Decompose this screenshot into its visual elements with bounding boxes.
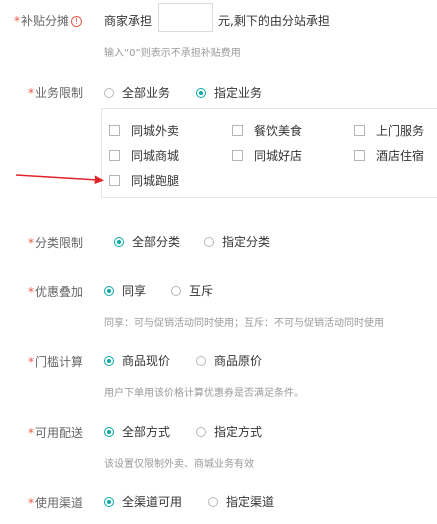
radio-icon[interactable] [104,87,114,98]
channel-option-all[interactable]: 全渠道可用 [104,493,182,510]
subsidy-suffix-text: 元,剩下的由分站承担 [218,14,330,28]
threshold-option-original[interactable]: 商品原价 [196,352,262,369]
subsidy-label-row: *补贴分摊! [14,12,83,29]
checkbox-icon[interactable] [232,150,243,161]
radio-checked-icon[interactable] [104,496,114,507]
checkbox-food[interactable]: 餐饮美食 [232,122,302,139]
info-circle-icon[interactable]: ! [71,16,83,27]
checkbox-icon[interactable] [109,125,120,136]
business-label: 业务限制 [35,86,84,100]
subsidy-amount-input[interactable] [158,3,213,32]
channel-label-row: *使用渠道 [28,496,84,510]
radio-checked-icon[interactable] [196,87,206,98]
radio-checked-icon[interactable] [104,426,114,437]
checkbox-city-mall[interactable]: 同城商城 [109,147,179,164]
checkbox-city-shops[interactable]: 同城好店 [232,147,302,164]
checkbox-icon[interactable] [232,125,243,136]
threshold-option-current[interactable]: 商品现价 [104,352,170,369]
radio-icon[interactable] [171,285,181,296]
delivery-label-row: *可用配送 [28,426,84,440]
radio-icon[interactable] [204,236,214,247]
red-arrow-annotation-icon [15,174,104,184]
delivery-option-specified[interactable]: 指定方式 [196,423,262,440]
channel-label: 使用渠道 [35,496,84,510]
radio-icon[interactable] [196,355,206,366]
category-option-all[interactable]: 全部分类 [114,233,180,250]
category-label-row: *分类限制 [28,236,84,250]
checkbox-icon[interactable] [109,150,120,161]
business-option-all[interactable]: 全部业务 [104,84,170,101]
category-label: 分类限制 [35,236,84,250]
threshold-label: 门槛计算 [35,355,84,369]
discount-label-row: *优惠叠加 [28,285,84,299]
delivery-hint: 该设置仅限制外卖、商城业务有效 [104,459,254,470]
discount-option-exclusive[interactable]: 互斥 [171,282,213,299]
channel-option-specified[interactable]: 指定渠道 [208,493,274,510]
radio-checked-icon[interactable] [104,285,114,296]
subsidy-hint: 输入“0”则表示不承担补贴费用 [104,48,241,59]
checkbox-home-service[interactable]: 上门服务 [354,122,424,139]
threshold-label-row: *门槛计算 [28,355,84,369]
checkbox-errand[interactable]: 同城跑腿 [109,172,179,189]
radio-icon[interactable] [208,496,218,507]
checkbox-icon[interactable] [354,150,365,161]
radio-checked-icon[interactable] [104,355,114,366]
checkbox-hotel[interactable]: 酒店住宿 [354,147,424,164]
checkbox-icon[interactable] [354,125,365,136]
checkbox-icon[interactable] [109,175,120,186]
threshold-hint: 用户下单用该价格计算优惠券是否满足条件。 [104,388,304,399]
radio-checked-icon[interactable] [114,236,124,247]
category-option-specified[interactable]: 指定分类 [204,233,270,250]
delivery-label: 可用配送 [35,426,84,440]
subsidy-label: 补贴分摊 [21,14,70,28]
discount-option-share[interactable]: 同享 [104,282,146,299]
merchant-bear-text: 商家承担 [104,14,153,28]
checkbox-takeaway[interactable]: 同城外卖 [109,122,179,139]
delivery-option-all[interactable]: 全部方式 [104,423,170,440]
discount-label: 优惠叠加 [35,285,84,299]
business-label-row: *业务限制 [28,86,84,100]
discount-hint: 同享：可与促销活动同时使用；互斥：不可与促销活动同时使用 [104,318,384,329]
business-option-specified[interactable]: 指定业务 [196,84,262,101]
radio-icon[interactable] [196,426,206,437]
